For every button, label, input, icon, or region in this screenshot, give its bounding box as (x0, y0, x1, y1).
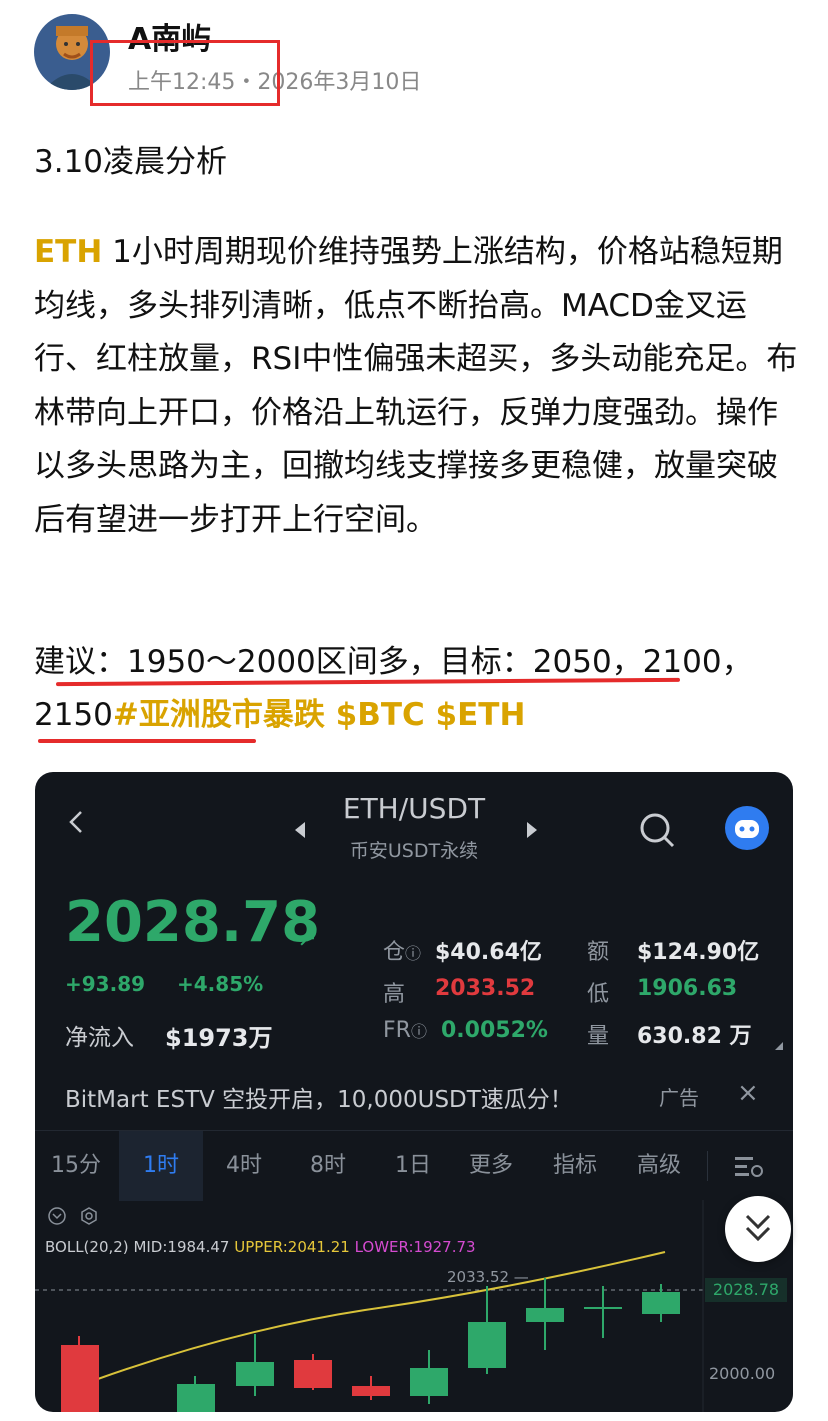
info-icon[interactable]: ⓘ (405, 944, 421, 963)
price-up-arrow-icon: ↗ (297, 924, 318, 952)
change-pct: +4.85% (177, 972, 264, 996)
tab-1d[interactable]: 1日 (381, 1131, 445, 1201)
volume-value: 630.82 万 (637, 1024, 752, 1049)
last-price: 2028.78 (65, 890, 321, 955)
candle (294, 1360, 332, 1388)
exchange-label: 币安USDT永续 (349, 840, 479, 862)
token-link[interactable]: ETH (34, 234, 102, 270)
interval-tabs: 15分 1时 4时 8时 1日 更多 指标 高级 (35, 1130, 793, 1201)
turnover-value: $124.90亿 (637, 940, 760, 965)
low-value: 1906.63 (637, 976, 738, 1001)
tab-advanced[interactable]: 高级 (627, 1131, 691, 1201)
info-icon[interactable]: ⓘ (411, 1022, 427, 1041)
post-suggestion: 建议：1950～2000区间多，目标：2050，2100，2150#亚洲股市暴跌… (34, 636, 804, 742)
high-value: 2033.52 (435, 976, 536, 1001)
boll-lower: LOWER:1927.73 (354, 1238, 476, 1256)
post-date: 2026年3月10日 (257, 70, 422, 95)
highlight-box (90, 40, 280, 106)
fr-value: 0.0052% (441, 1018, 548, 1043)
red-underline (38, 739, 256, 743)
volume-label: 量 (587, 1024, 610, 1049)
tabs-divider (707, 1151, 708, 1181)
candle (526, 1308, 564, 1322)
trading-app-screenshot[interactable]: ETH/USDT 币安USDT永续 2028.78 ↗ +93.89 +4.85… (35, 772, 793, 1412)
oi-label-text: 仓 (383, 940, 406, 965)
candle (236, 1362, 274, 1386)
post-body: ETH 1小时周期现价维持强势上涨结构，价格站稳短期均线，多头排列清晰，低点不断… (34, 226, 804, 547)
double-chevron-down-icon (745, 1214, 771, 1242)
ad-text[interactable]: BitMart ESTV 空投开启，10,000USDT速瓜分！ (65, 1080, 573, 1114)
oi-value: $40.64亿 (435, 940, 542, 965)
low-label: 低 (587, 982, 610, 1007)
post-body-text: 1小时周期现价维持强势上涨结构，价格站稳短期均线，多头排列清晰，低点不断抬高。M… (34, 234, 798, 538)
chart-high-label: 2033.52 — (447, 1268, 529, 1286)
pair-title: ETH/USDT (342, 792, 486, 825)
tab-more[interactable]: 更多 (459, 1131, 523, 1201)
ad-banner[interactable]: BitMart ESTV 空投开启，10,000USDT速瓜分！ 广告 × (35, 1072, 793, 1122)
fr-label: FRⓘ (383, 1018, 427, 1043)
boll-indicator[interactable]: BOLL(20,2) MID:1984.47 UPPER:2041.21 LOW… (45, 1238, 476, 1256)
net-inflow-value: $1973万 (165, 1024, 273, 1052)
post-header: A南屿 上午12:45・2026年3月10日 (0, 0, 828, 120)
candle (410, 1368, 448, 1396)
current-price-tag: 2028.78 (705, 1278, 787, 1302)
tab-4h[interactable]: 4时 (211, 1131, 277, 1201)
post-title: 3.10凌晨分析 (34, 144, 228, 180)
high-label: 高 (383, 982, 406, 1007)
boll-name: BOLL(20,2) (45, 1238, 129, 1256)
settings-icon[interactable] (81, 1207, 97, 1225)
assistant-bot-icon[interactable] (725, 806, 769, 850)
tab-15m[interactable]: 15分 (43, 1131, 109, 1201)
boll-upper: UPPER:2041.21 (234, 1238, 350, 1256)
net-inflow-label: 净流入 (65, 1025, 134, 1051)
change-abs: +93.89 (65, 972, 146, 996)
hashtags[interactable]: #亚洲股市暴跌 $BTC $ETH (113, 697, 526, 733)
expand-corner-icon[interactable] (775, 1042, 783, 1050)
turnover-label: 额 (587, 940, 610, 965)
candle (61, 1345, 99, 1412)
boll-mid-line (94, 1251, 666, 1381)
close-icon[interactable]: × (737, 1078, 759, 1108)
candlestick-chart[interactable]: BOLL(20,2) MID:1984.47 UPPER:2041.21 LOW… (35, 1200, 793, 1412)
search-icon[interactable] (637, 810, 677, 850)
collapse-icon[interactable] (48, 1207, 66, 1225)
next-pair-icon[interactable] (525, 820, 539, 840)
ad-tag: 广告 (659, 1086, 699, 1110)
boll-mid: MID:1984.47 (133, 1238, 230, 1256)
tab-1h[interactable]: 1时 (119, 1131, 203, 1201)
chart-settings-icon[interactable] (733, 1153, 765, 1181)
axis-price-label: 2000.00 (709, 1364, 776, 1383)
candle (642, 1292, 680, 1314)
candle (468, 1322, 506, 1368)
chart-high-value: 2033.52 (447, 1268, 510, 1286)
scroll-down-button[interactable] (725, 1196, 791, 1262)
fr-label-text: FR (383, 1018, 411, 1043)
tab-indicators[interactable]: 指标 (543, 1131, 607, 1201)
candle (177, 1384, 215, 1412)
oi-label: 仓ⓘ (383, 934, 421, 966)
tab-8h[interactable]: 8时 (295, 1131, 361, 1201)
candle (352, 1386, 390, 1396)
